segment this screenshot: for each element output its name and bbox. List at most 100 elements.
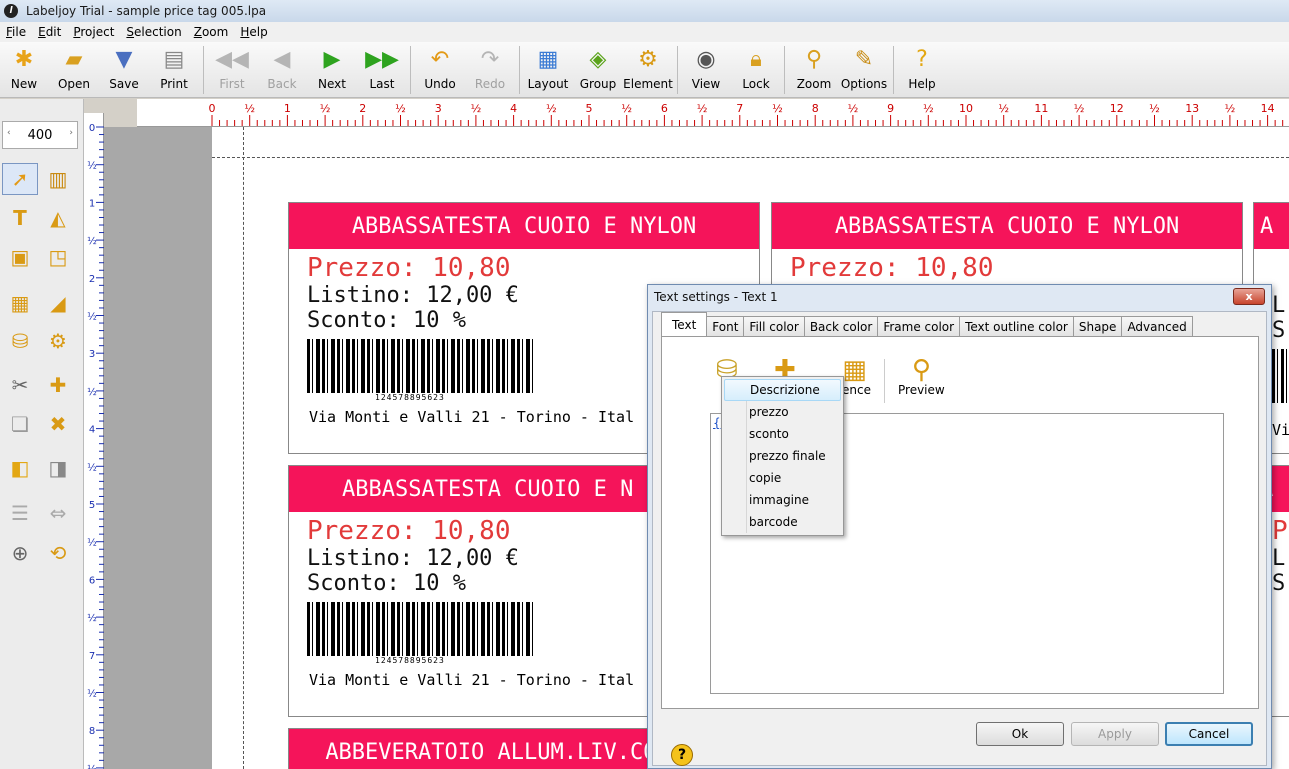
tab-back-color[interactable]: Back color (803, 316, 879, 336)
fill-bucket-icon: ◢ (50, 291, 66, 315)
distribute-icon: ⇔ (49, 501, 67, 525)
layout-button[interactable]: ▦ Layout (524, 44, 572, 96)
center-tool[interactable]: ⊕ (2, 537, 38, 569)
print-button[interactable]: ▤ Print (150, 44, 198, 96)
options-button[interactable]: ✎ Options (840, 44, 888, 96)
view-button[interactable]: ◉ View (682, 44, 730, 96)
delete-tool[interactable]: ✖ (40, 408, 76, 440)
ok-button[interactable]: Ok (976, 722, 1064, 746)
save-button[interactable]: ▼ Save (100, 44, 148, 96)
redo-button[interactable]: ↷ Redo (466, 44, 514, 96)
open-button[interactable]: ▰ Open (50, 44, 98, 96)
label-price: P (1272, 516, 1288, 546)
label-header: ABBASSATESTA CUOIO E NYLON (772, 203, 1242, 249)
tab-fill-color[interactable]: Fill color (743, 316, 805, 336)
margin-guide-horizontal (212, 157, 1289, 158)
lock-button[interactable]: 🔒︎ Lock (732, 44, 780, 96)
menu-edit[interactable]: Edit (32, 25, 67, 39)
element-button[interactable]: ⚙ Element (623, 44, 673, 96)
barcode-icon: ▥ (48, 167, 68, 191)
text-tool[interactable]: T (2, 202, 38, 234)
ruler-tick-label: 6 (661, 102, 668, 115)
distribute-tool[interactable]: ⇔ (40, 497, 76, 529)
menu-item-prezzo[interactable]: prezzo (724, 401, 841, 423)
back-button[interactable]: ◀ Back (258, 44, 306, 96)
reference-icon: ▦ (842, 355, 867, 385)
next-button[interactable]: ▶ Next (308, 44, 356, 96)
select-arrow-tool[interactable]: ➚ (2, 163, 38, 195)
undo-icon: ↶ (430, 47, 450, 72)
last-button[interactable]: ▶▶ Last (358, 44, 406, 96)
resize-icon: ◳ (48, 245, 68, 269)
barcode-tool[interactable]: ▥ (40, 163, 76, 195)
menu-bar: File Edit Project Selection Zoom Help (0, 22, 1289, 42)
ruler-tick-label: ½ (87, 537, 97, 549)
first-arrow-icon: ◀◀ (215, 47, 249, 72)
database-tool[interactable]: ⛁ (2, 325, 38, 357)
group-icon: ◈ (589, 47, 607, 72)
help-question-icon[interactable]: ? (671, 744, 693, 766)
text-box-tool[interactable]: ▣ (2, 241, 38, 273)
ruler-tick-label: 12 (1110, 102, 1124, 115)
bring-front-tool[interactable]: ◧ (2, 452, 38, 484)
menu-item-barcode[interactable]: barcode (724, 511, 841, 533)
tab-font[interactable]: Font (706, 316, 745, 336)
tab-shape[interactable]: Shape (1072, 316, 1123, 336)
send-back-tool[interactable]: ◨ (40, 452, 76, 484)
menu-project[interactable]: Project (67, 25, 120, 39)
printer-icon: ▤ (163, 47, 185, 72)
menu-zoom[interactable]: Zoom (188, 25, 235, 39)
tab-text[interactable]: Text (661, 312, 708, 336)
new-file-icon: ✱ (14, 47, 34, 72)
menu-help[interactable]: Help (234, 25, 273, 39)
zoom-increase-icon[interactable]: › (69, 128, 73, 138)
menu-file[interactable]: File (0, 25, 32, 39)
shape-tool[interactable]: ◭ (40, 202, 76, 234)
ruler-tick-label: ½ (998, 102, 1009, 115)
copy-tool[interactable]: ❏ (2, 408, 38, 440)
magnifier-icon: ⚲ (911, 355, 931, 385)
dialog-close-button[interactable]: x (1233, 288, 1265, 305)
first-button[interactable]: ◀◀ First (208, 44, 256, 96)
shapes-icon: ◭ (50, 206, 66, 230)
preview-button[interactable]: ⚲ Preview (898, 357, 945, 397)
ruler-tick-label: ½ (244, 102, 255, 115)
element-gear-icon: ⚙ (638, 47, 658, 72)
cut-tool[interactable]: ✂ (2, 369, 38, 401)
align-tool[interactable]: ☰ (2, 497, 38, 529)
tab-advanced[interactable]: Advanced (1121, 316, 1193, 336)
zoom-level-spinner[interactable]: ‹ 400 › (2, 121, 78, 149)
toolbar-separator (677, 46, 678, 94)
menu-selection[interactable]: Selection (120, 25, 187, 39)
menu-item-prezzo-finale[interactable]: prezzo finale (724, 445, 841, 467)
label-header: A (1254, 203, 1289, 249)
menu-item-sconto[interactable]: sconto (724, 423, 841, 445)
fill-tool[interactable]: ◢ (40, 287, 76, 319)
group-button[interactable]: ◈ Group (574, 44, 622, 96)
ruler-tick-label: 1 (284, 102, 291, 115)
tab-text-outline-color[interactable]: Text outline color (959, 316, 1074, 336)
help-button[interactable]: ? Help (898, 44, 946, 96)
cancel-button[interactable]: Cancel (1165, 722, 1253, 746)
field-context-menu: Descrizione prezzo sconto prezzo finale … (721, 376, 844, 536)
tab-frame-color[interactable]: Frame color (877, 316, 961, 336)
resize-tool[interactable]: ◳ (40, 241, 76, 273)
eye-icon: ◉ (696, 47, 716, 72)
magnifier-icon: ⚲ (805, 47, 823, 72)
menu-item-descrizione[interactable]: Descrizione (724, 379, 841, 401)
new-button[interactable]: ✱ New (0, 44, 48, 96)
apply-button[interactable]: Apply (1071, 722, 1159, 746)
dialog-toolbar-separator (884, 359, 885, 403)
add-tool[interactable]: ✚ (40, 369, 76, 401)
menu-item-immagine[interactable]: immagine (724, 489, 841, 511)
rotate-tool[interactable]: ⟲ (40, 537, 76, 569)
vertical-ruler: 0 ½ 1 ½ 2 ½ 3 ½ 4 ½ 5 ½ 6 ½ 7 ½ 8 ½ (84, 113, 104, 769)
zoom-decrease-icon[interactable]: ‹ (7, 128, 11, 138)
zoom-button[interactable]: ⚲ Zoom (790, 44, 838, 96)
layout-tool[interactable]: ▦ (2, 287, 38, 319)
menu-item-copie[interactable]: copie (724, 467, 841, 489)
scissors-icon: ✂ (11, 373, 29, 397)
settings-tool[interactable]: ⚙ (40, 325, 76, 357)
toolbar-separator (519, 46, 520, 94)
undo-button[interactable]: ↶ Undo (416, 44, 464, 96)
